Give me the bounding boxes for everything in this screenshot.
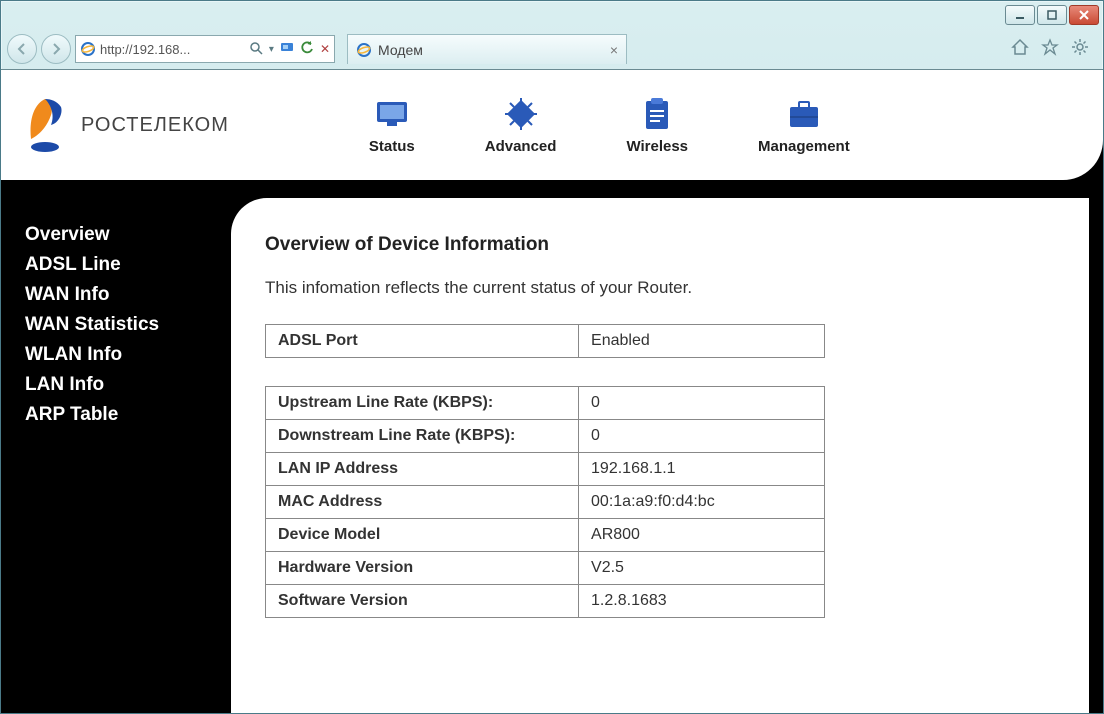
page-content: РОСТЕЛЕКОМ Status Advanced Wireless Man [1, 69, 1103, 713]
cell-value: 1.2.8.1683 [579, 585, 825, 618]
monitor-icon [375, 100, 409, 128]
ie-icon [356, 42, 372, 58]
cell-value: 0 [579, 387, 825, 420]
close-button[interactable] [1069, 5, 1099, 25]
main-panel: Overview of Device Information This info… [231, 198, 1089, 713]
favorites-icon[interactable] [1041, 38, 1059, 61]
minimize-button[interactable] [1005, 5, 1035, 25]
browser-tab[interactable]: Модем × [347, 34, 627, 64]
browser-right-icons [1011, 38, 1097, 61]
sidebar-item-arp-table[interactable]: ARP Table [25, 400, 231, 430]
nav-label: Status [369, 138, 415, 155]
nav-label: Advanced [485, 138, 557, 155]
nav-label: Management [758, 138, 850, 155]
sidebar-item-adsl-line[interactable]: ADSL Line [25, 250, 231, 280]
tools-icon[interactable] [1071, 38, 1089, 61]
top-banner: РОСТЕЛЕКОМ Status Advanced Wireless Man [1, 70, 1103, 180]
device-info-table: Upstream Line Rate (KBPS):0 Downstream L… [265, 386, 825, 618]
table-row: Software Version1.2.8.1683 [266, 585, 825, 618]
nav-advanced[interactable]: Advanced [485, 96, 557, 155]
search-icon[interactable] [249, 41, 263, 58]
table-row: Hardware VersionV2.5 [266, 552, 825, 585]
cell-value: 00:1a:a9:f0:d4:bc [579, 486, 825, 519]
brand-logo: РОСТЕЛЕКОМ [21, 95, 229, 155]
window-titlebar [1, 1, 1103, 29]
cell-label: Device Model [266, 519, 579, 552]
table-row: Downstream Line Rate (KBPS):0 [266, 420, 825, 453]
page-heading: Overview of Device Information [265, 234, 1055, 256]
sidebar-item-wlan-info[interactable]: WLAN Info [25, 340, 231, 370]
stop-icon[interactable]: ✕ [320, 42, 330, 56]
chip-icon [505, 98, 537, 130]
nav-label: Wireless [626, 138, 688, 155]
address-text: http://192.168... [100, 42, 190, 57]
cell-label: Downstream Line Rate (KBPS): [266, 420, 579, 453]
browser-toolbar: http://192.168... ▾ ✕ Модем × [1, 29, 1103, 69]
forward-button[interactable] [41, 34, 71, 64]
rostelecom-logo-icon [21, 95, 69, 155]
tab-close-icon[interactable]: × [610, 42, 618, 58]
sidebar-item-overview[interactable]: Overview [25, 220, 231, 250]
top-nav: Status Advanced Wireless Management [369, 96, 850, 155]
table-row: ADSL Port Enabled [266, 325, 825, 358]
cell-label: MAC Address [266, 486, 579, 519]
browser-window: http://192.168... ▾ ✕ Модем × [0, 0, 1104, 714]
sidebar-item-lan-info[interactable]: LAN Info [25, 370, 231, 400]
cell-label: Upstream Line Rate (KBPS): [266, 387, 579, 420]
tab-title: Модем [378, 42, 423, 58]
nav-management[interactable]: Management [758, 96, 850, 155]
clipboard-icon [642, 97, 672, 131]
table-row: LAN IP Address192.168.1.1 [266, 453, 825, 486]
briefcase-icon [788, 99, 820, 129]
refresh-icon[interactable] [300, 41, 314, 58]
cell-label: Hardware Version [266, 552, 579, 585]
address-bar[interactable]: http://192.168... ▾ ✕ [75, 35, 335, 63]
cell-label: Software Version [266, 585, 579, 618]
page-subtext: This infomation reflects the current sta… [265, 278, 1055, 298]
sidebar-item-wan-info[interactable]: WAN Info [25, 280, 231, 310]
cell-label: ADSL Port [266, 325, 579, 358]
nav-wireless[interactable]: Wireless [626, 96, 688, 155]
compat-view-icon[interactable] [280, 42, 294, 57]
sidebar-item-wan-statistics[interactable]: WAN Statistics [25, 310, 231, 340]
dropdown-arrow-icon[interactable]: ▾ [269, 44, 274, 55]
address-bar-icons: ▾ ✕ [249, 41, 330, 58]
cell-value: V2.5 [579, 552, 825, 585]
maximize-button[interactable] [1037, 5, 1067, 25]
brand-name: РОСТЕЛЕКОМ [81, 114, 229, 137]
back-button[interactable] [7, 34, 37, 64]
sidebar: Overview ADSL Line WAN Info WAN Statisti… [1, 180, 231, 713]
table-row: Device ModelAR800 [266, 519, 825, 552]
home-icon[interactable] [1011, 38, 1029, 61]
table-row: MAC Address00:1a:a9:f0:d4:bc [266, 486, 825, 519]
cell-value: 192.168.1.1 [579, 453, 825, 486]
cell-value: AR800 [579, 519, 825, 552]
cell-value: Enabled [579, 325, 825, 358]
adsl-port-table: ADSL Port Enabled [265, 324, 825, 358]
cell-value: 0 [579, 420, 825, 453]
nav-status[interactable]: Status [369, 96, 415, 155]
cell-label: LAN IP Address [266, 453, 579, 486]
ie-icon [80, 41, 96, 57]
table-row: Upstream Line Rate (KBPS):0 [266, 387, 825, 420]
